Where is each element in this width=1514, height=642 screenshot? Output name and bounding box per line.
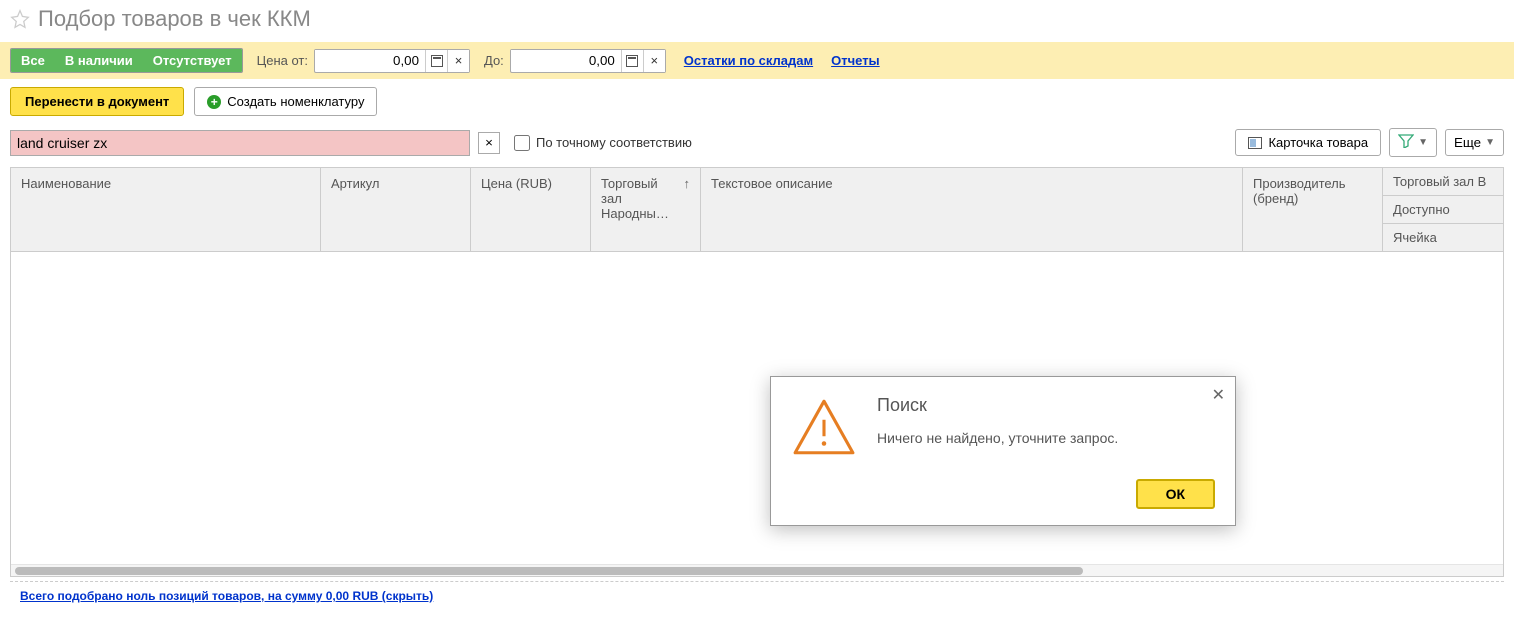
funnel-icon <box>1398 134 1414 151</box>
favorite-star-icon[interactable] <box>10 9 30 29</box>
chevron-down-icon: ▼ <box>1418 137 1428 148</box>
products-table: Наименование Артикул Цена (RUB) Торговый… <box>10 167 1504 577</box>
scrollbar-thumb[interactable] <box>15 567 1083 575</box>
filter-funnel-button[interactable]: ▼ <box>1389 128 1437 157</box>
dialog-title: Поиск <box>877 395 1118 416</box>
search-input[interactable] <box>10 130 470 156</box>
dialog-message: Ничего не найдено, уточните запрос. <box>877 430 1118 446</box>
filter-outstock-button[interactable]: Отсутствует <box>143 49 242 72</box>
clear-price-from-icon[interactable]: × <box>447 50 469 72</box>
stock-filter-group: Все В наличии Отсутствует <box>10 48 243 73</box>
filter-all-button[interactable]: Все <box>11 49 55 72</box>
exact-match-label: По точному соответствию <box>536 135 692 150</box>
search-row: × По точному соответствию Карточка товар… <box>0 124 1514 161</box>
table-body-empty <box>11 252 1503 564</box>
calculator-icon[interactable] <box>621 50 643 72</box>
transfer-to-document-button[interactable]: Перенести в документ <box>10 87 184 116</box>
exact-match-checkbox-wrap[interactable]: По точному соответствию <box>514 135 692 151</box>
footer: Всего подобрано ноль позиций товаров, на… <box>10 581 1504 609</box>
table-header-row: Наименование Артикул Цена (RUB) Торговый… <box>11 168 1503 252</box>
calculator-icon[interactable] <box>425 50 447 72</box>
product-card-button[interactable]: Карточка товара <box>1235 129 1381 156</box>
chevron-down-icon: ▼ <box>1485 137 1495 148</box>
price-from-label: Цена от: <box>257 53 308 68</box>
summary-link[interactable]: Всего подобрано ноль позиций товаров, на… <box>20 589 433 603</box>
filter-instock-button[interactable]: В наличии <box>55 49 143 72</box>
col-brand[interactable]: Производитель (бренд) <box>1243 168 1383 251</box>
col-stock-label: Торговый зал Народны… <box>601 176 680 221</box>
price-from-wrap: × <box>314 49 470 73</box>
price-to-label: До: <box>484 53 504 68</box>
filter-bar: Все В наличии Отсутствует Цена от: × До:… <box>0 42 1514 79</box>
col-price[interactable]: Цена (RUB) <box>471 168 591 251</box>
dialog-ok-button[interactable]: ОК <box>1136 479 1215 509</box>
page-header: Подбор товаров в чек ККМ <box>0 0 1514 42</box>
col-stock[interactable]: Торговый зал Народны… ↑ <box>591 168 701 251</box>
more-button[interactable]: Еще ▼ <box>1445 129 1504 156</box>
plus-icon: + <box>207 95 221 109</box>
price-from-input[interactable] <box>315 50 425 71</box>
col-hall[interactable]: Торговый зал В <box>1383 168 1503 196</box>
toolbar: Перенести в документ + Создать номенклат… <box>0 79 1514 124</box>
more-label: Еще <box>1454 135 1481 150</box>
price-to-input[interactable] <box>511 50 621 71</box>
exact-match-checkbox[interactable] <box>514 135 530 151</box>
col-name[interactable]: Наименование <box>11 168 321 251</box>
card-icon <box>1248 137 1262 149</box>
reports-link[interactable]: Отчеты <box>831 53 880 68</box>
sort-ascending-icon: ↑ <box>684 176 691 191</box>
clear-price-to-icon[interactable]: × <box>643 50 665 72</box>
product-card-label: Карточка товара <box>1268 135 1368 150</box>
dialog-close-button[interactable]: ✕ <box>1212 385 1225 405</box>
page-title: Подбор товаров в чек ККМ <box>38 6 311 32</box>
price-to-wrap: × <box>510 49 666 73</box>
balance-by-warehouse-link[interactable]: Остатки по складам <box>684 53 813 68</box>
col-article[interactable]: Артикул <box>321 168 471 251</box>
search-result-dialog: ✕ Поиск Ничего не найдено, уточните запр… <box>770 376 1236 526</box>
col-cell[interactable]: Ячейка <box>1383 224 1503 251</box>
horizontal-scrollbar[interactable] <box>11 564 1503 576</box>
create-nomenclature-button[interactable]: + Создать номенклатуру <box>194 87 377 116</box>
col-hall-group: Торговый зал В Доступно Ячейка <box>1383 168 1503 251</box>
col-available[interactable]: Доступно <box>1383 196 1503 224</box>
clear-search-button[interactable]: × <box>478 132 500 154</box>
warning-icon <box>791 395 857 461</box>
create-nomenclature-label: Создать номенклатуру <box>227 94 364 109</box>
col-description[interactable]: Текстовое описание <box>701 168 1243 251</box>
